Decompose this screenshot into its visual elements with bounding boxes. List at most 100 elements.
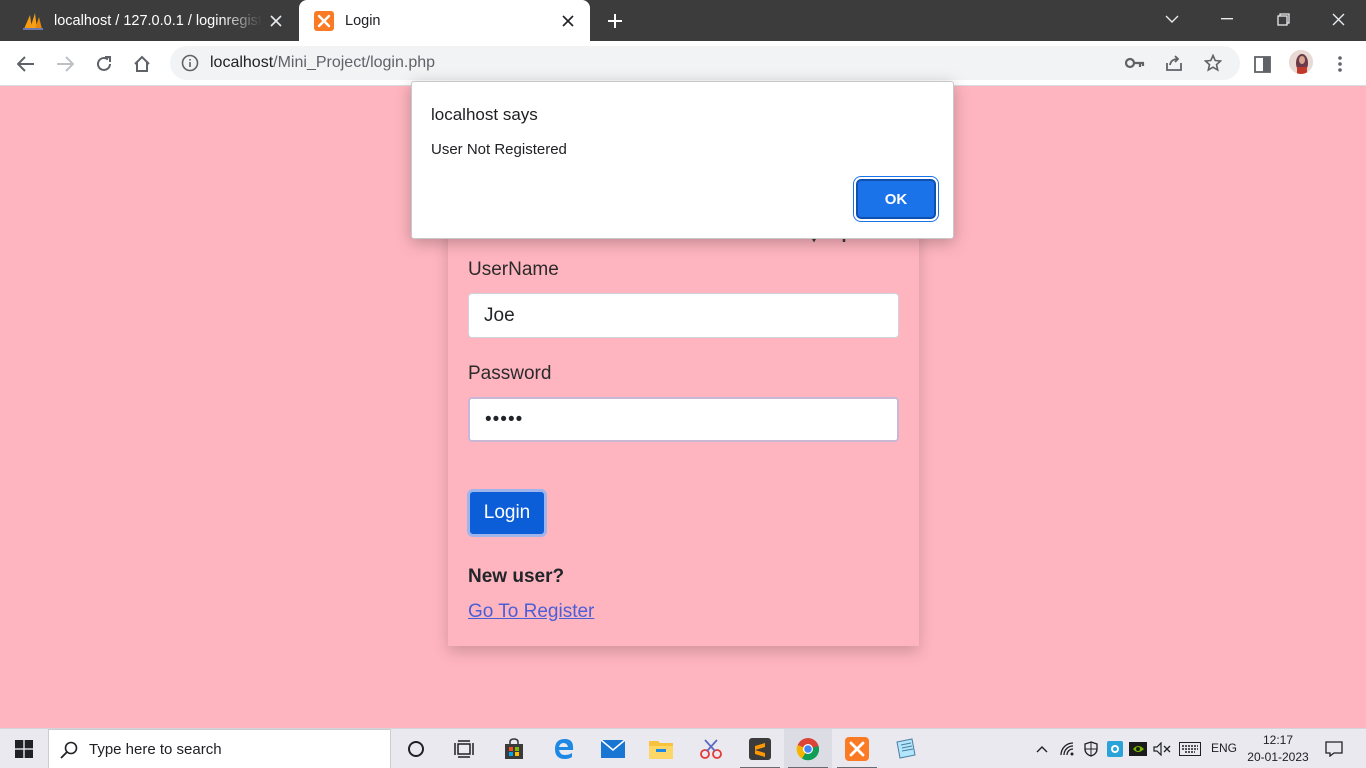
blue-app-icon (1107, 741, 1123, 757)
login-button[interactable]: Login (467, 489, 547, 537)
tab-login[interactable]: Login (299, 0, 590, 41)
url-path: /Mini_Project/login.php (273, 54, 436, 71)
notification-icon (1325, 741, 1343, 757)
nvidia-icon (1129, 742, 1147, 756)
bookmark-star-icon[interactable] (1201, 51, 1225, 75)
back-arrow-icon (17, 56, 34, 72)
notepad-icon (896, 738, 916, 759)
folder-icon (649, 741, 673, 759)
side-panel-button[interactable] (1247, 49, 1277, 79)
volume-muted-icon (1153, 742, 1171, 756)
start-button[interactable] (0, 729, 48, 768)
taskbar-edge[interactable] (540, 729, 588, 768)
tab-title: Login (345, 12, 381, 29)
store-icon (505, 738, 523, 759)
taskbar-notepad[interactable] (882, 729, 930, 768)
back-button[interactable] (11, 49, 41, 79)
url-text: localhost/Mini_Project/login.php (210, 54, 435, 72)
shield-icon (1084, 741, 1098, 757)
taskbar-chrome[interactable] (784, 729, 832, 768)
register-link[interactable]: Go To Register (468, 601, 594, 623)
close-tab-icon[interactable] (262, 7, 290, 35)
share-icon[interactable] (1162, 51, 1186, 75)
tab-title: localhost / 127.0.0.1 / loginregistratio… (54, 12, 262, 29)
more-vertical-icon (1338, 56, 1342, 72)
keyboard-icon (1179, 742, 1201, 756)
address-bar[interactable]: localhost/Mini_Project/login.php (170, 46, 1240, 80)
taskbar-sublime-text[interactable] (736, 729, 784, 768)
keyboard-tray-icon[interactable] (1177, 729, 1203, 768)
clock-date: 20-01-2023 (1247, 750, 1309, 764)
clock-time: 12:17 (1262, 733, 1294, 747)
notifications-button[interactable] (1320, 729, 1348, 768)
sublime-text-icon (749, 738, 771, 760)
wifi-icon (1060, 742, 1074, 756)
forward-button[interactable] (50, 49, 80, 79)
xampp-control-icon (845, 737, 869, 761)
new-user-text: New user? (468, 566, 565, 587)
task-view-icon (454, 740, 474, 758)
plus-icon (608, 14, 622, 28)
ok-button[interactable]: OK (856, 179, 936, 219)
show-hidden-icons-button[interactable] (1032, 729, 1052, 768)
taskbar-store[interactable] (490, 729, 538, 768)
profile-avatar[interactable] (1289, 50, 1313, 74)
taskbar-snipping-tool[interactable] (687, 729, 735, 768)
password-key-icon[interactable] (1123, 51, 1147, 75)
chevron-up-icon (1036, 746, 1048, 753)
taskbar-file-explorer[interactable] (637, 729, 685, 768)
username-label: UserName (468, 259, 559, 280)
task-view-button[interactable] (440, 729, 488, 768)
close-window-button[interactable] (1310, 0, 1366, 38)
phpmyadmin-icon (23, 12, 43, 30)
security-tray-icon[interactable] (1081, 729, 1101, 768)
menu-button[interactable] (1325, 49, 1355, 79)
reload-button[interactable] (89, 49, 119, 79)
minimize-button[interactable] (1199, 0, 1255, 38)
username-input[interactable] (468, 293, 899, 338)
snipping-tool-icon (700, 739, 722, 759)
url-host: localhost (210, 54, 274, 71)
clock[interactable]: 12:17 20-01-2023 (1247, 732, 1309, 766)
close-tab-icon[interactable] (554, 7, 582, 35)
taskbar: Type here to search ENG 12:17 20-01-2023 (0, 728, 1366, 768)
nvidia-tray-icon[interactable] (1128, 729, 1148, 768)
site-info-icon[interactable] (180, 53, 200, 73)
search-icon (60, 741, 78, 759)
network-tray-icon[interactable] (1058, 729, 1078, 768)
app-tray-icon[interactable] (1105, 729, 1125, 768)
taskbar-mail[interactable] (589, 729, 637, 768)
side-panel-icon (1253, 55, 1271, 73)
tab-phpmyadmin[interactable]: localhost / 127.0.0.1 / loginregistratio… (8, 0, 298, 41)
dialog-title: localhost says (431, 105, 538, 124)
close-icon (1332, 13, 1344, 25)
search-placeholder: Type here to search (89, 741, 222, 758)
restore-button[interactable] (1255, 0, 1311, 38)
home-icon (134, 55, 150, 72)
xampp-icon (314, 10, 334, 31)
windows-icon (15, 740, 33, 758)
tab-search-button[interactable] (1144, 0, 1200, 38)
alert-dialog: localhost says User Not Registered OK (411, 81, 954, 239)
taskbar-search[interactable]: Type here to search (48, 729, 391, 768)
password-input[interactable] (468, 397, 899, 442)
mail-icon (601, 740, 625, 758)
home-button[interactable] (127, 49, 157, 79)
password-label: Password (468, 363, 552, 384)
chrome-icon (796, 738, 820, 761)
reload-icon (97, 56, 111, 71)
minimize-icon (1221, 18, 1233, 20)
edge-icon (555, 739, 574, 759)
browser-toolbar: localhost/Mini_Project/login.php (0, 41, 1366, 86)
taskbar-xampp[interactable] (833, 729, 881, 768)
new-tab-button[interactable] (600, 6, 630, 36)
restore-icon (1276, 12, 1290, 26)
volume-tray-icon[interactable] (1152, 729, 1172, 768)
chevron-down-icon (1165, 15, 1179, 23)
cortana-icon (408, 741, 424, 757)
forward-arrow-icon (57, 56, 74, 72)
tab-strip: localhost / 127.0.0.1 / loginregistratio… (0, 0, 1366, 41)
dialog-message: User Not Registered (431, 141, 567, 158)
cortana-button[interactable] (392, 729, 440, 768)
language-indicator[interactable]: ENG (1211, 741, 1237, 755)
